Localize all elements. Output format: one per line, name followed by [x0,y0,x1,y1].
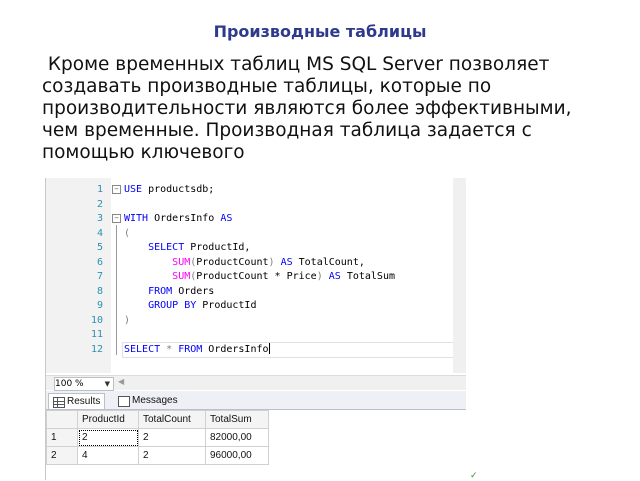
line-number: 1 [96,184,103,195]
tab-results-label: Results [67,396,101,407]
line-number: 12 [90,343,103,355]
code-editor[interactable]: USE productsdb; WITH OrdersInfo AS ( SEL… [124,183,466,357]
row-number[interactable]: 1 [46,428,78,447]
results-grid: ProductId TotalCount TotalSum 1 2 2 8200… [46,410,269,465]
tab-messages-label: Messages [132,395,178,406]
ssms-screenshot: 1 2 3 4 5 6 7 8 9 10 11 12 − − USE produ… [45,178,466,480]
table-cell[interactable]: 2 [138,428,206,447]
code-line: FROM Orders [148,285,215,297]
results-tabbar: Results Messages [46,391,466,410]
messages-icon [118,396,130,407]
table-row: 1 2 2 82000,00 [46,428,269,447]
table-cell[interactable]: 82000,00 [205,428,269,447]
chevron-down-icon[interactable]: ▼ [105,378,110,390]
table-row: 2 4 2 96000,00 [46,446,269,465]
status-icon: ✓ [470,470,478,480]
line-number: 9 [96,300,103,311]
line-numbers: 1 2 3 4 5 6 7 8 9 10 11 12 [46,183,103,357]
code-line: ( [124,227,131,239]
collapse-icon[interactable]: − [112,213,121,223]
table-cell[interactable]: 96000,00 [205,446,269,465]
code-line: WITH OrdersInfo AS [124,213,233,224]
table-cell[interactable]: 2 [138,446,206,465]
collapse-icon[interactable]: − [112,184,121,194]
code-line: GROUP BY ProductId [148,300,257,311]
table-cell[interactable]: 2 [77,428,139,447]
line-number: 8 [96,285,103,297]
table-cell[interactable]: 4 [77,446,139,465]
line-number: 10 [90,314,103,326]
slide-title: Производные таблицы [213,22,427,41]
line-number: 2 [96,198,103,210]
tab-messages[interactable]: Messages [114,393,182,408]
zoom-select[interactable]: 100 % ▼ [54,377,114,391]
zoom-bar: 100 % ▼ ◀ [46,375,466,391]
line-number: 3 [96,213,103,224]
column-header[interactable]: ProductId [77,410,139,429]
tab-results[interactable]: Results [48,393,106,409]
code-line: USE productsdb; [124,184,215,195]
row-number[interactable]: 2 [46,446,78,465]
fold-guide-line [116,225,117,355]
column-header[interactable]: TotalCount [138,410,206,429]
line-number: 6 [96,256,103,268]
slide-text: Кроме временных таблиц MS SQL Server поз… [42,54,578,163]
line-number: 11 [90,329,103,340]
zoom-value: 100 % [55,379,84,389]
code-line: ) [124,314,131,326]
grid-icon [53,397,65,408]
scroll-left-icon[interactable]: ◀ [118,377,124,386]
code-line: SUM(ProductCount) AS TotalCount, [172,256,365,268]
current-line-highlight [122,342,464,358]
line-number: 5 [96,242,103,253]
code-line: SUM(ProductCount * Price) AS TotalSum [172,271,395,282]
fold-column: − − [112,183,122,227]
column-header[interactable]: TotalSum [205,410,269,429]
line-number: 4 [96,227,103,239]
vertical-scrollbar[interactable] [453,178,466,373]
code-line: SELECT ProductId, [148,242,251,253]
line-number: 7 [96,271,103,282]
row-header-corner [46,410,78,429]
table-header-row: ProductId TotalCount TotalSum [46,410,269,429]
